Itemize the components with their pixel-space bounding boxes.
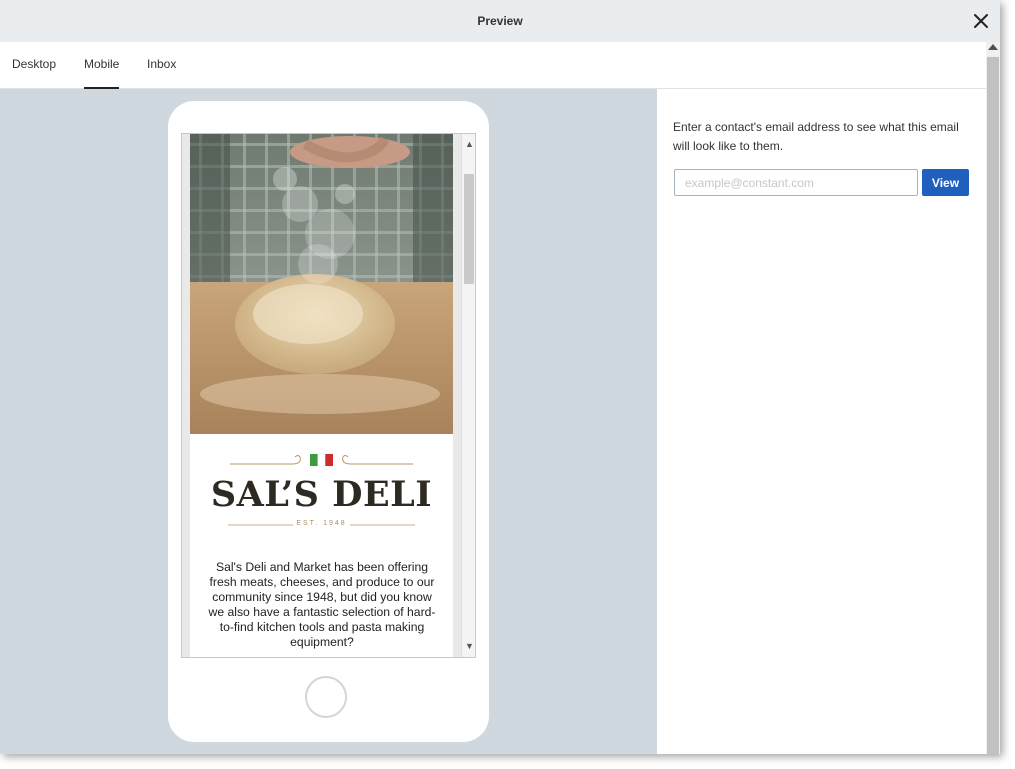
contact-instructions: Enter a contact's email address to see w… xyxy=(673,120,959,153)
phone-scrollbar[interactable]: ▲ ▼ xyxy=(461,134,475,657)
preview-tabs: Desktop Mobile Inbox xyxy=(0,42,986,89)
hero-image xyxy=(190,134,453,434)
phone-home-button[interactable] xyxy=(305,676,347,718)
flag-flourish xyxy=(230,453,413,467)
tab-inbox[interactable]: Inbox xyxy=(147,57,176,71)
chevron-up-icon[interactable] xyxy=(988,44,998,50)
brand-logo-text: SAL’S DELI xyxy=(210,474,433,515)
tab-desktop[interactable]: Desktop xyxy=(12,57,56,71)
preview-modal: Preview Desktop Mobile Inbox SAL’S DELI … xyxy=(0,0,1000,754)
email-content: SAL’S DELI EST. 1948 Sal's Deli and Mark… xyxy=(190,134,453,657)
tab-mobile[interactable]: Mobile xyxy=(84,57,120,89)
modal-scrollbar-thumb[interactable] xyxy=(987,57,999,754)
contact-email-input[interactable] xyxy=(674,169,918,196)
email-body-text: Sal's Deli and Market has been offering … xyxy=(208,560,436,649)
chevron-down-icon[interactable]: ▼ xyxy=(465,641,474,651)
modal-header: Preview xyxy=(0,0,1000,42)
established-text: EST. 1948 xyxy=(296,520,347,527)
close-icon[interactable] xyxy=(972,12,990,30)
chevron-up-icon[interactable]: ▲ xyxy=(465,139,474,149)
phone-screen: SAL’S DELI EST. 1948 Sal's Deli and Mark… xyxy=(181,133,476,658)
modal-title: Preview xyxy=(477,14,523,28)
view-button[interactable]: View xyxy=(922,169,969,196)
phone-scroll-thumb[interactable] xyxy=(464,174,474,284)
